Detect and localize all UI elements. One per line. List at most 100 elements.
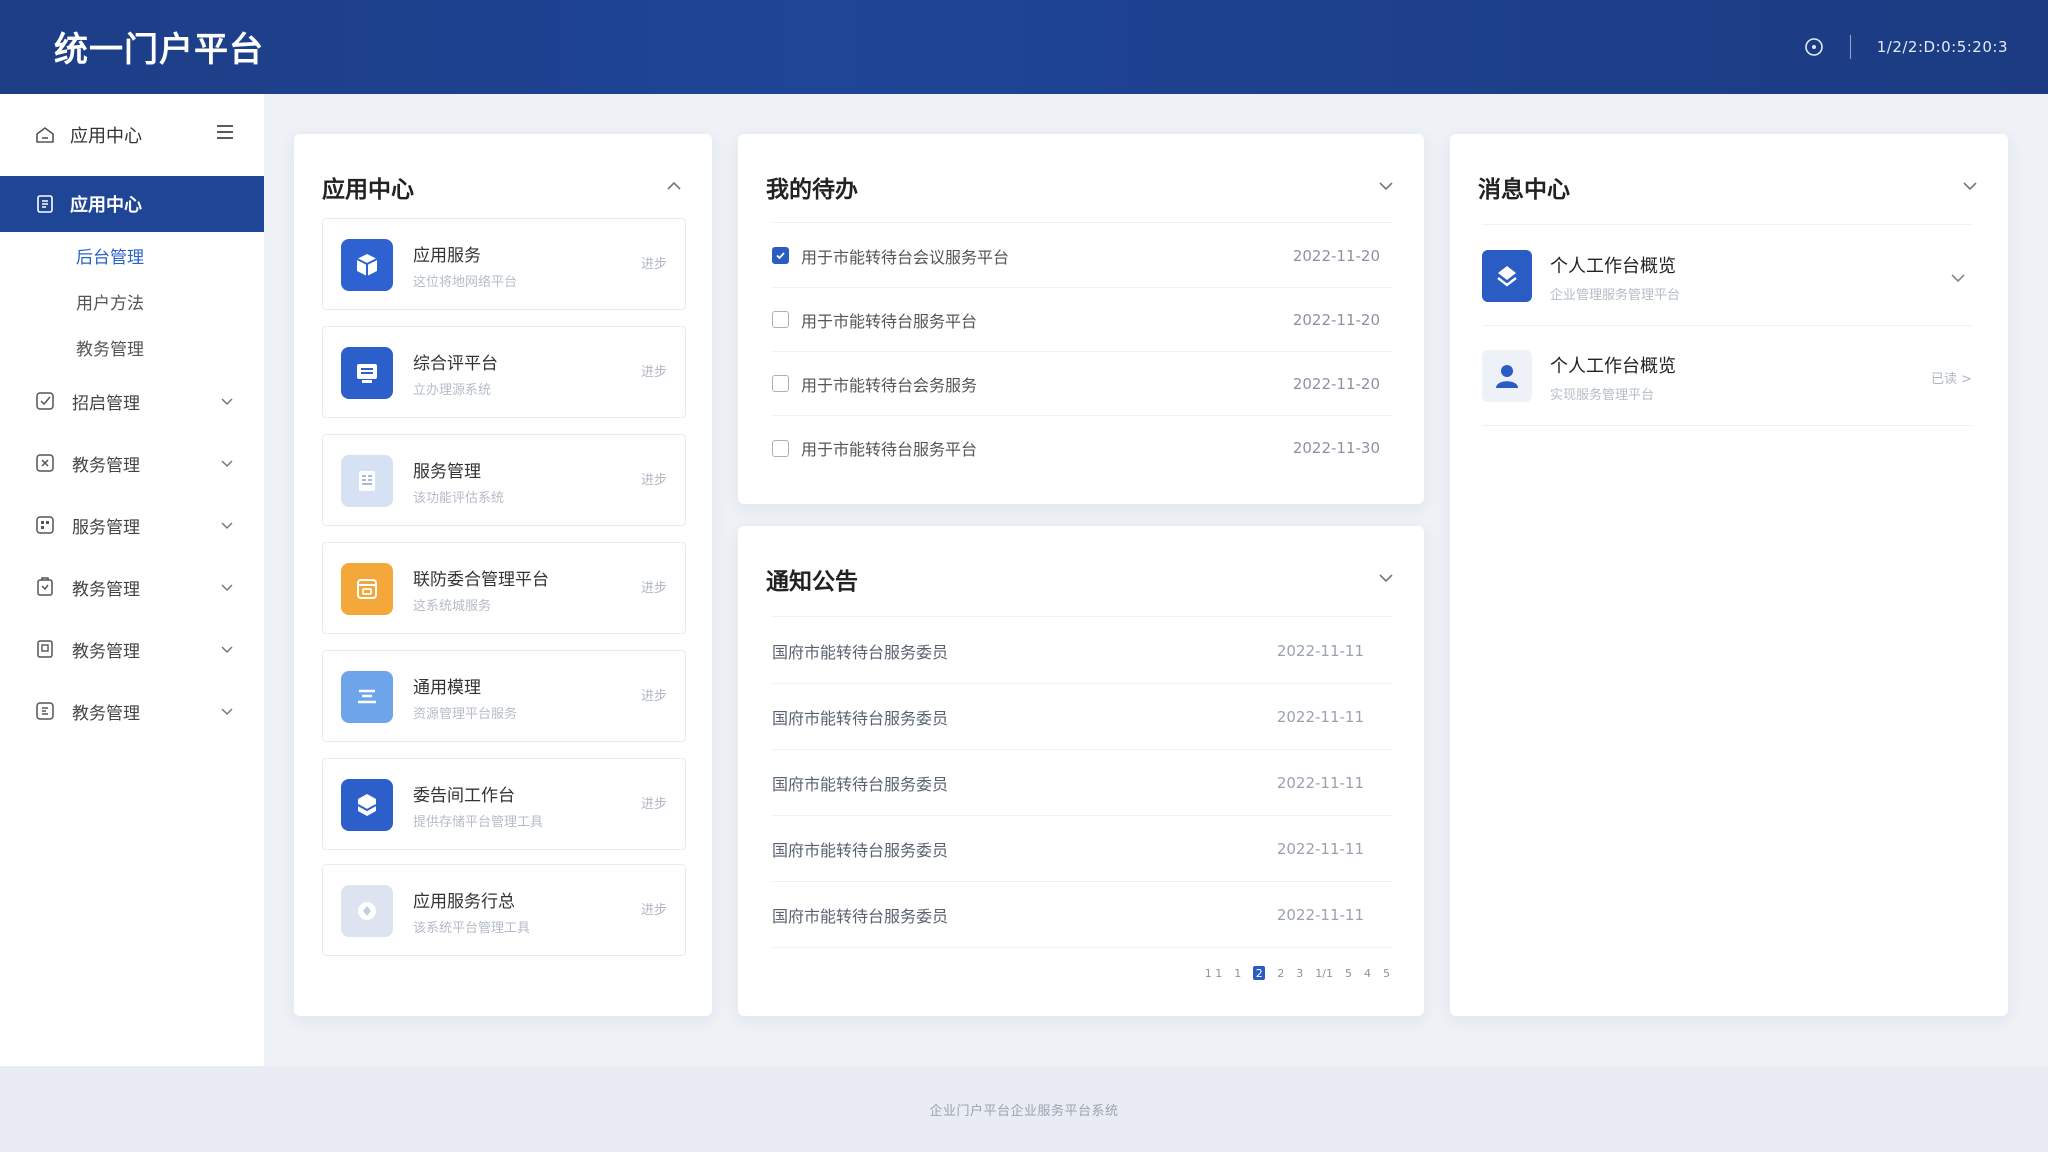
sidebar-item-recruit[interactable]: 招启管理: [0, 370, 264, 432]
brand-title: 统一门户平台: [54, 30, 264, 70]
sidebar-item-service[interactable]: 服务管理: [0, 494, 264, 556]
notice-date: 2022-11-11: [1276, 707, 1364, 726]
sidebar-subitem-user-method[interactable]: 用户方法: [76, 278, 264, 324]
page-link[interactable]: 2: [1277, 967, 1284, 980]
todo-row[interactable]: 用于市能转待台会议服务平台 2022-11-20: [772, 224, 1392, 288]
notice-date: 2022-11-11: [1276, 641, 1364, 660]
app-item[interactable]: 综合评平台 立办理源系统 进步: [322, 326, 686, 418]
app-icon-tile: [341, 455, 393, 507]
header-right-group: 1/2/2:D:0:5:20:3: [1804, 0, 2008, 94]
page-link[interactable]: 1: [1234, 967, 1241, 980]
notice-row[interactable]: 国府市能转待台服务委员 2022-11-11: [772, 816, 1392, 882]
divider: [772, 222, 1392, 223]
app-item[interactable]: 联防委合管理平台 这系统城服务 进步: [322, 542, 686, 634]
monitor-icon: [357, 364, 377, 383]
page-link[interactable]: 4: [1364, 967, 1371, 980]
help-icon[interactable]: [1804, 37, 1824, 57]
home-icon: [36, 127, 54, 143]
page-link[interactable]: 3: [1296, 967, 1303, 980]
notice-row[interactable]: 国府市能转待台服务委员 2022-11-11: [772, 684, 1392, 750]
app-desc: 该功能评估系统: [413, 491, 505, 506]
todo-title: 我的待办: [766, 177, 858, 203]
page-next[interactable]: 5: [1383, 967, 1390, 980]
menu-toggle-icon[interactable]: [216, 124, 234, 140]
app-item[interactable]: 通用模理 资源管理平台服务 进步: [322, 650, 686, 742]
todo-text: 用于市能转待台服务平台: [801, 311, 978, 331]
sidebar-item-label: 招启管理: [72, 393, 140, 414]
notice-row[interactable]: 国府市能转待台服务委员 2022-11-11: [772, 618, 1392, 684]
sidebar-item-label: 应用中心: [70, 195, 142, 216]
gear-icon: [358, 902, 376, 920]
app-desc: 该系统平台管理工具: [413, 921, 531, 936]
todo-date: 2022-11-20: [1292, 246, 1380, 265]
checkbox[interactable]: [772, 439, 789, 457]
sidebar-item-label: 服务管理: [72, 517, 140, 538]
app-enter-link[interactable]: 进步: [641, 469, 667, 488]
chevron-down-icon[interactable]: [1378, 178, 1394, 194]
todo-row[interactable]: 用于市能转待台服务平台 2022-11-20: [772, 288, 1392, 352]
sidebar-item-label: 教务管理: [72, 579, 140, 600]
message-desc: 实现服务管理平台: [1550, 388, 1655, 403]
message-read-link[interactable]: 已读 >: [1931, 368, 1972, 387]
page-prev[interactable]: 1 1: [1205, 967, 1223, 980]
todo-row[interactable]: 用于市能转待台会务服务 2022-11-20: [772, 352, 1392, 416]
app-name: 应用服务行总: [413, 892, 515, 912]
sidebar-item-label: 教务管理: [72, 455, 140, 476]
app-item[interactable]: 委告间工作台 提供存储平台管理工具 进步: [322, 758, 686, 850]
message-desc: 企业管理服务管理平台: [1550, 288, 1681, 303]
chevron-down-icon[interactable]: [1962, 178, 1978, 194]
sidebar-item-academic-4[interactable]: 教务管理: [0, 680, 264, 742]
pagination: 1 1 1 2 2 3 1/1 5 4 5: [1205, 966, 1390, 980]
checkbox[interactable]: [772, 375, 789, 392]
notice-text: 国府市能转待台服务委员: [772, 906, 949, 926]
checkbox-checked[interactable]: [772, 247, 789, 264]
sidebar-subitem-academic[interactable]: 教务管理: [76, 324, 264, 370]
notice-card: 通知公告 国府市能转待台服务委员 2022-11-11 国府市能转待台服务委员 …: [738, 526, 1424, 1016]
app-name: 应用服务: [413, 246, 481, 266]
app-enter-link[interactable]: 进步: [641, 685, 667, 704]
sidebar-item-app-center[interactable]: 应用中心: [0, 176, 264, 232]
chevron-down-icon: [221, 708, 233, 716]
app-enter-link[interactable]: 进步: [641, 361, 667, 380]
chevron-down-icon[interactable]: [1378, 570, 1394, 586]
app-item[interactable]: 应用服务行总 该系统平台管理工具 进步: [322, 864, 686, 956]
chevron-down-icon: [221, 646, 233, 654]
app-enter-link[interactable]: 进步: [641, 899, 667, 918]
app-desc: 立办理源系统: [413, 383, 492, 398]
sidebar-item-academic-1[interactable]: 教务管理: [0, 432, 264, 494]
notice-row[interactable]: 国府市能转待台服务委员 2022-11-11: [772, 882, 1392, 948]
app-enter-link[interactable]: 进步: [641, 577, 667, 596]
page-link[interactable]: 5: [1345, 967, 1352, 980]
clipboard-icon: [37, 577, 53, 596]
sidebar-submenu: 后台管理 用户方法 教务管理: [0, 232, 264, 370]
app-enter-link[interactable]: 进步: [641, 253, 667, 272]
check-icon: [776, 252, 785, 260]
message-item[interactable]: 个人工作台概览 实现服务管理平台 已读 >: [1482, 328, 1972, 426]
notice-row[interactable]: 国府市能转待台服务委员 2022-11-11: [772, 750, 1392, 816]
sidebar-subitem-backend[interactable]: 后台管理: [76, 232, 264, 278]
chevron-down-icon: [221, 522, 233, 530]
page-link-active[interactable]: 2: [1253, 966, 1266, 980]
app-icon-tile: [341, 885, 393, 937]
footer-text: 企业门户平台企业服务平台系统: [929, 1103, 1119, 1119]
todo-date: 2022-11-20: [1292, 374, 1380, 393]
sidebar-header-label: 应用中心: [70, 126, 142, 147]
app-item[interactable]: 应用服务 这位将地网络平台 进步: [322, 218, 686, 310]
sidebar-item-academic-3[interactable]: 教务管理: [0, 618, 264, 680]
sidebar-header[interactable]: 应用中心: [0, 94, 264, 176]
checkbox[interactable]: [772, 311, 789, 328]
app-desc: 提供存储平台管理工具: [413, 815, 544, 830]
todo-row[interactable]: 用于市能转待台服务平台 2022-11-30: [772, 416, 1392, 480]
app-item[interactable]: 服务管理 该功能评估系统 进步: [322, 434, 686, 526]
app-name: 服务管理: [413, 462, 481, 482]
message-item[interactable]: 个人工作台概览 企业管理服务管理平台: [1482, 228, 1972, 326]
chevron-down-icon: [221, 584, 233, 592]
message-icon-tile: [1482, 350, 1532, 402]
chevron-up-icon[interactable]: [666, 178, 682, 194]
page-link[interactable]: 1/1: [1315, 967, 1333, 980]
app-icon-tile: [341, 671, 393, 723]
chevron-down-icon[interactable]: [1950, 270, 1966, 286]
app-icon-tile: [341, 779, 393, 831]
sidebar-item-academic-2[interactable]: 教务管理: [0, 556, 264, 618]
app-enter-link[interactable]: 进步: [641, 793, 667, 812]
